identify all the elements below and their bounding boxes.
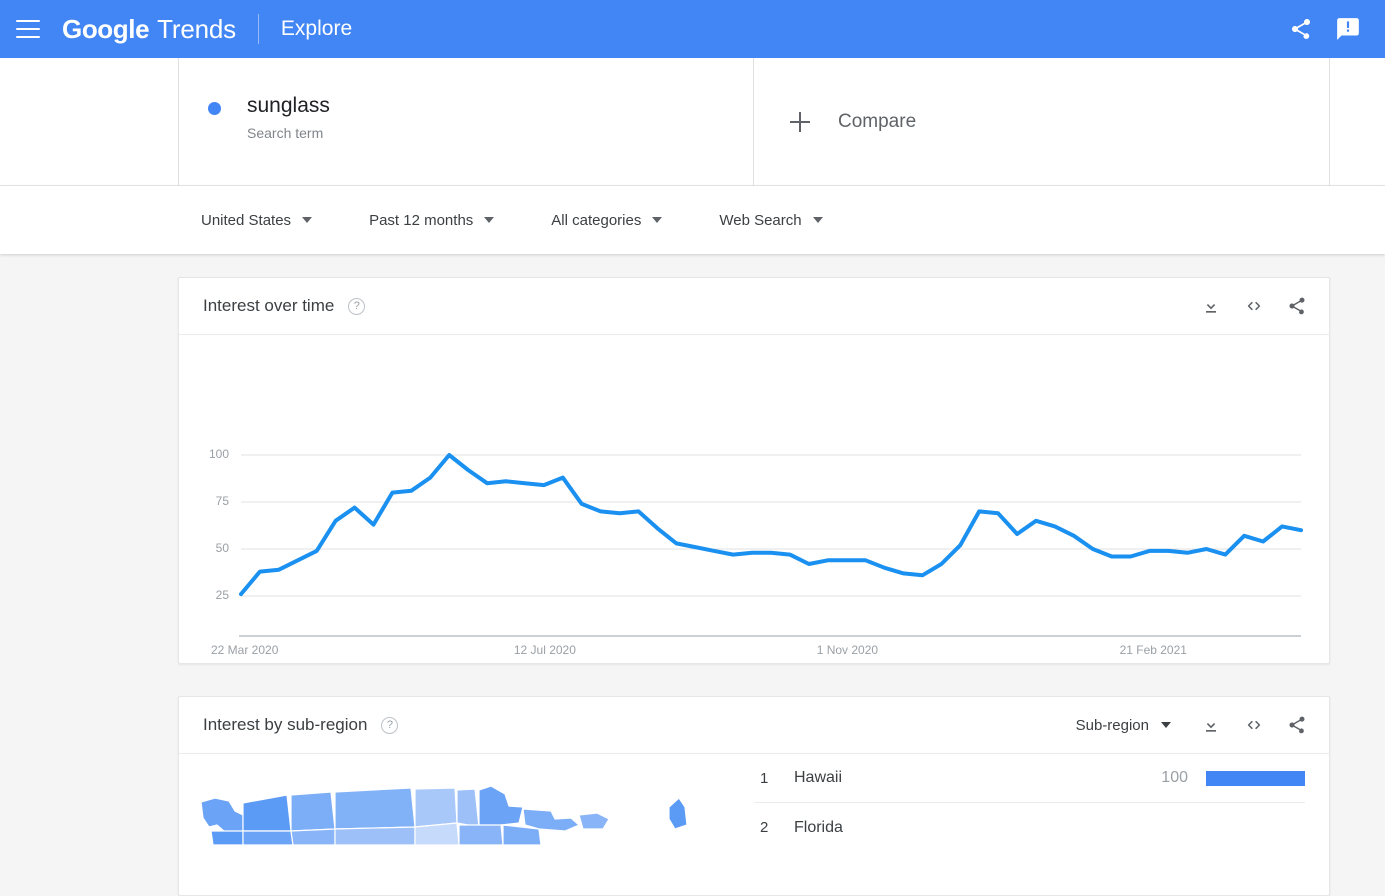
interest-by-subregion-card: Interest by sub-region ? Sub-region [178,696,1330,896]
subregion-dropdown[interactable]: Sub-region [1076,717,1171,734]
explore-link[interactable]: Explore [281,17,352,41]
filter-location[interactable]: United States [201,212,312,229]
row-region-name: Florida [794,819,1188,837]
row-value: 100 [1161,769,1188,787]
filter-category[interactable]: All categories [551,212,662,229]
app-bar: Google Trends Explore [0,0,1385,58]
filter-time-range[interactable]: Past 12 months [369,212,494,229]
y-axis-tick: 25 [197,588,229,602]
search-terms-strip: sunglass Search term Compare [0,58,1385,186]
filter-search-type[interactable]: Web Search [719,212,822,229]
interest-by-subregion-title: Interest by sub-region [203,715,367,735]
chevron-down-icon [484,217,494,223]
interest-over-time-actions [1201,296,1307,316]
y-axis-tick: 100 [197,447,229,461]
app-bar-actions [1289,16,1361,42]
brand-google-text: Google [62,14,149,45]
x-axis-tick: 22 Mar 2020 [211,643,278,657]
y-axis-tick: 50 [197,541,229,555]
embed-icon[interactable] [1243,296,1265,316]
plus-icon [790,112,810,132]
interest-by-subregion-actions: Sub-region [1076,715,1307,735]
row-bar [1206,820,1305,835]
row-rank: 1 [754,770,794,787]
chevron-down-icon [302,217,312,223]
y-axis-tick: 75 [197,494,229,508]
share-icon[interactable] [1289,17,1313,41]
search-term-type: Search term [247,125,330,141]
brand-trends-text: Trends [157,14,236,45]
chevron-down-icon [1161,722,1171,728]
interest-over-time-title: Interest over time [203,296,334,316]
feedback-icon[interactable] [1335,16,1361,42]
share-icon[interactable] [1287,296,1307,316]
strip-divider-right [1329,58,1330,186]
hamburger-menu-icon[interactable] [16,20,40,38]
filter-location-label: United States [201,212,291,229]
filter-search-type-label: Web Search [719,212,801,229]
help-icon[interactable]: ? [381,717,398,734]
search-term-text: sunglass [247,94,330,118]
google-trends-logo[interactable]: Google Trends [62,14,236,45]
appbar-divider [258,14,259,44]
compare-label: Compare [838,111,916,133]
row-region-name: Hawaii [794,769,1161,787]
download-icon[interactable] [1201,715,1221,735]
interest-over-time-card: Interest over time ? 25 50 75 100 [178,277,1330,664]
embed-icon[interactable] [1243,715,1265,735]
subregion-dropdown-label: Sub-region [1076,717,1149,734]
x-axis-tick: 1 Nov 2020 [817,643,878,657]
filter-time-range-label: Past 12 months [369,212,473,229]
interest-over-time-chart[interactable]: 25 50 75 100 22 Mar 2020 12 Jul 2020 1 Nov 20… [179,335,1329,664]
row-bar [1206,771,1305,786]
download-icon[interactable] [1201,296,1221,316]
share-icon[interactable] [1287,715,1307,735]
chevron-down-icon [652,217,662,223]
subregion-list: 1 Hawaii 100 2 Florida [754,754,1329,896]
search-term-card[interactable]: sunglass Search term [178,58,753,186]
chevron-down-icon [813,217,823,223]
term-color-dot [208,102,221,115]
x-axis-tick: 21 Feb 2021 [1120,643,1187,657]
filter-category-label: All categories [551,212,641,229]
interest-over-time-header: Interest over time ? [179,278,1329,335]
help-icon[interactable]: ? [348,298,365,315]
interest-by-subregion-body: 1 Hawaii 100 2 Florida [179,754,1329,896]
us-choropleth-map[interactable] [179,754,754,896]
table-row[interactable]: 1 Hawaii 100 [754,754,1305,803]
filter-bar: United States Past 12 months All categor… [0,186,1385,254]
interest-by-subregion-header: Interest by sub-region ? Sub-region [179,697,1329,754]
x-axis-tick: 12 Jul 2020 [514,643,576,657]
row-rank: 2 [754,819,794,836]
add-comparison-button[interactable]: Compare [754,58,1329,186]
table-row[interactable]: 2 Florida [754,803,1305,852]
